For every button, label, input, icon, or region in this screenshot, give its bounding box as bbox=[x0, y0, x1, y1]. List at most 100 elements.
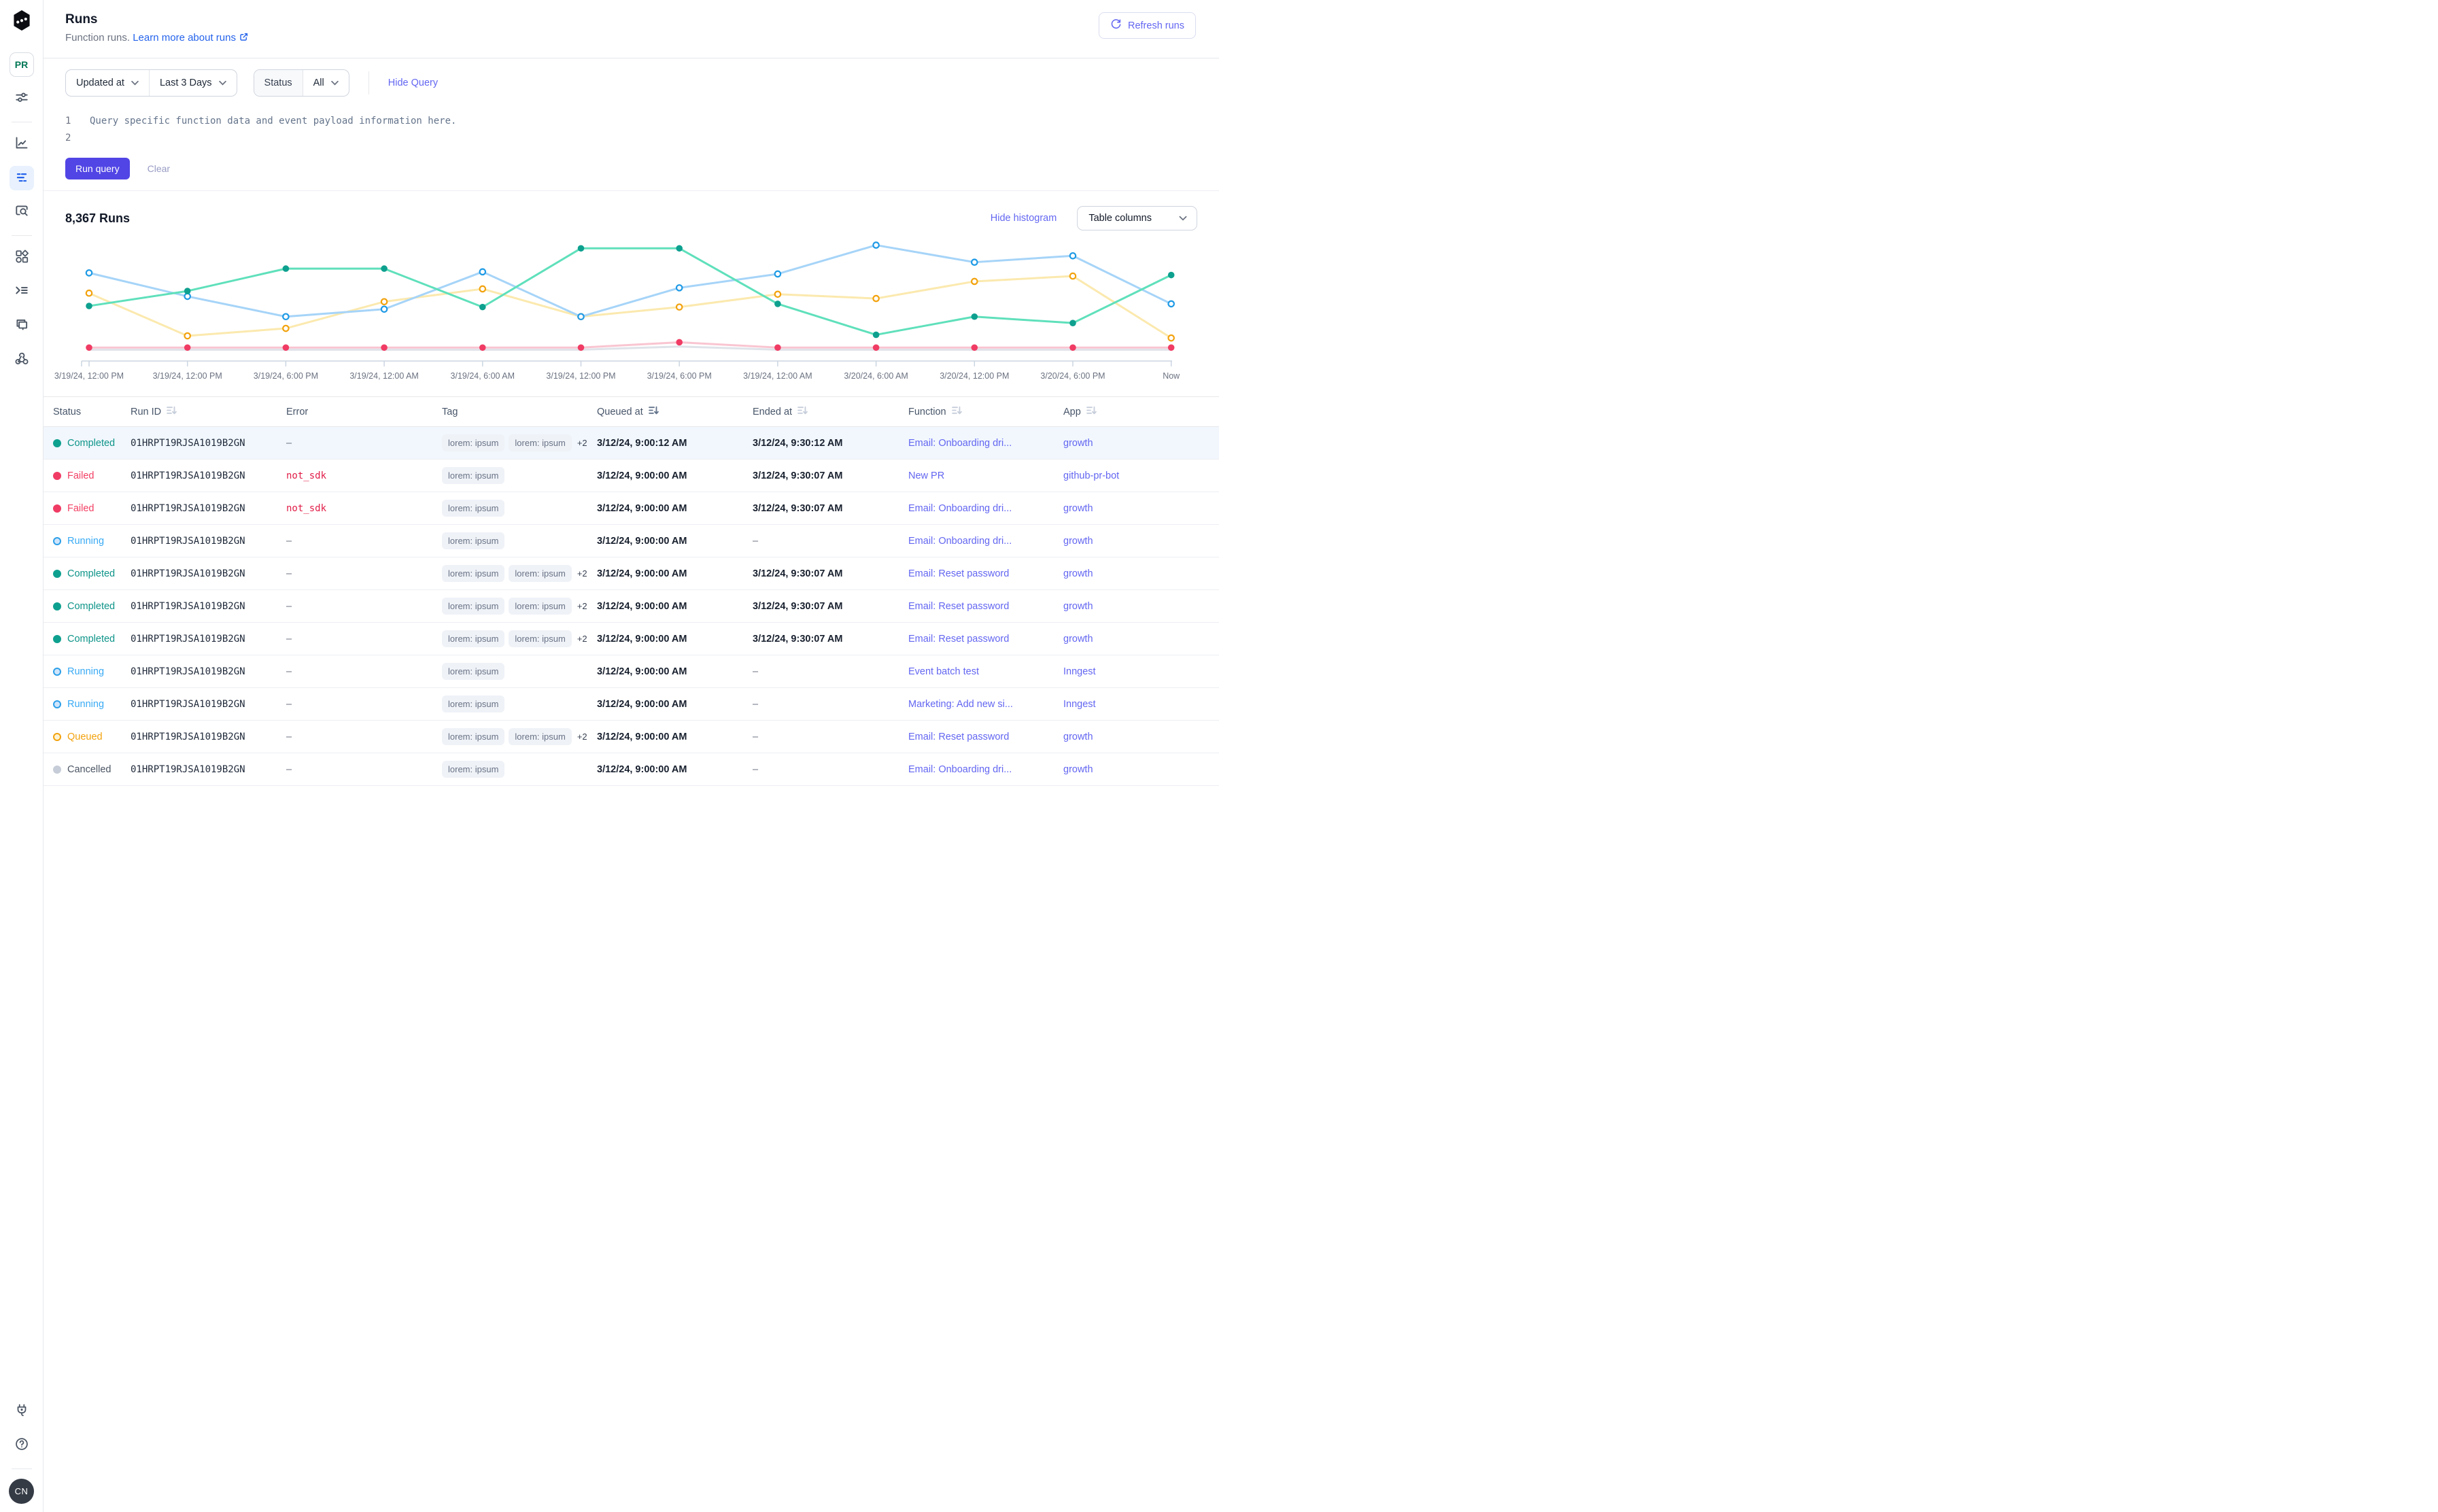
status-cell: Queued bbox=[53, 732, 131, 742]
table-row[interactable]: Completed 01HRPT19RJSA1019B2GN – lorem: … bbox=[44, 427, 1219, 460]
sort-icon-active[interactable] bbox=[649, 406, 659, 417]
runs-histogram: 3/19/24, 12:00 PM3/19/24, 12:00 PM3/19/2… bbox=[44, 230, 1219, 383]
app-link[interactable]: Inngest bbox=[1063, 666, 1219, 677]
column-header-error[interactable]: Error bbox=[286, 407, 442, 417]
sort-icon[interactable] bbox=[1086, 406, 1097, 417]
function-link[interactable]: Email: Reset password bbox=[908, 732, 1063, 742]
table-columns-dropdown[interactable]: Table columns bbox=[1077, 206, 1197, 230]
sort-icon[interactable] bbox=[797, 406, 808, 417]
app-link[interactable]: growth bbox=[1063, 438, 1219, 449]
x-axis-label: 3/19/24, 12:00 PM bbox=[54, 371, 124, 381]
sidebar-item-cli[interactable] bbox=[10, 279, 34, 304]
tags-more-count: +2 bbox=[577, 634, 587, 644]
app-link[interactable]: growth bbox=[1063, 634, 1219, 645]
column-header-status[interactable]: Status bbox=[53, 407, 131, 417]
sort-icon[interactable] bbox=[167, 406, 177, 417]
app-link[interactable]: github-pr-bot bbox=[1063, 470, 1219, 481]
sidebar-divider bbox=[12, 235, 32, 236]
function-link[interactable]: Email: Onboarding dri... bbox=[908, 438, 1063, 449]
hide-query-link[interactable]: Hide Query bbox=[388, 78, 438, 88]
chevron-down-icon bbox=[219, 78, 226, 88]
function-link[interactable]: Email: Reset password bbox=[908, 634, 1063, 645]
status-filter-dropdown[interactable]: All bbox=[303, 70, 349, 96]
function-link[interactable]: Email: Reset password bbox=[908, 601, 1063, 612]
learn-more-link[interactable]: Learn more about runs bbox=[133, 32, 236, 44]
app-link[interactable]: growth bbox=[1063, 732, 1219, 742]
function-link[interactable]: Email: Onboarding dri... bbox=[908, 503, 1063, 514]
table-row[interactable]: Queued 01HRPT19RJSA1019B2GN – lorem: ips… bbox=[44, 721, 1219, 753]
sort-icon[interactable] bbox=[952, 406, 962, 417]
function-link[interactable]: Marketing: Add new si... bbox=[908, 699, 1063, 710]
time-range-dropdown[interactable]: Last 3 Days bbox=[149, 70, 237, 96]
function-link[interactable]: New PR bbox=[908, 470, 1063, 481]
sidebar-item-runs[interactable] bbox=[10, 166, 34, 190]
app-link[interactable]: growth bbox=[1063, 568, 1219, 579]
main-content: Runs Function runs. Learn more about run… bbox=[44, 0, 1219, 756]
status-label: Completed bbox=[67, 634, 115, 645]
runs-table: Status Run ID Error Tag Queued at Ended … bbox=[44, 396, 1219, 786]
status-label: Running bbox=[67, 666, 104, 677]
function-link[interactable]: Event batch test bbox=[908, 666, 1063, 677]
status-dot bbox=[53, 733, 61, 741]
table-row[interactable]: Running 01HRPT19RJSA1019B2GN – lorem: ip… bbox=[44, 525, 1219, 557]
status-dot bbox=[53, 635, 61, 643]
column-header-ended-at[interactable]: Ended at bbox=[753, 406, 908, 417]
column-header-app[interactable]: App bbox=[1063, 406, 1219, 417]
histogram-svg: 3/19/24, 12:00 PM3/19/24, 12:00 PM3/19/2… bbox=[65, 239, 1197, 383]
app-link[interactable]: growth bbox=[1063, 764, 1219, 775]
table-row[interactable]: Cancelled 01HRPT19RJSA1019B2GN – lorem: … bbox=[44, 753, 1219, 786]
hide-histogram-link[interactable]: Hide histogram bbox=[991, 213, 1057, 224]
table-row[interactable]: Completed 01HRPT19RJSA1019B2GN – lorem: … bbox=[44, 590, 1219, 623]
table-row[interactable]: Failed 01HRPT19RJSA1019B2GN not_sdk lore… bbox=[44, 492, 1219, 525]
column-header-run-id[interactable]: Run ID bbox=[131, 406, 286, 417]
apps-icon bbox=[14, 249, 29, 267]
run-query-button[interactable]: Run query bbox=[65, 158, 130, 179]
refresh-runs-button[interactable]: Refresh runs bbox=[1099, 12, 1196, 39]
queued-at: 3/12/24, 9:00:12 AM bbox=[597, 438, 753, 449]
ended-at: 3/12/24, 9:30:07 AM bbox=[753, 470, 908, 481]
table-row[interactable]: Completed 01HRPT19RJSA1019B2GN – lorem: … bbox=[44, 623, 1219, 655]
x-axis-label: 3/19/24, 6:00 PM bbox=[647, 371, 712, 381]
sidebar-item-webhooks[interactable] bbox=[10, 347, 34, 372]
tag-list: lorem: ipsum bbox=[442, 467, 597, 484]
app-link[interactable]: Inngest bbox=[1063, 699, 1219, 710]
sidebar-item-filters[interactable] bbox=[10, 86, 34, 111]
user-avatar[interactable]: CN bbox=[9, 1479, 34, 1504]
line-number: 2 bbox=[65, 130, 76, 147]
event-search-icon bbox=[14, 203, 29, 222]
tag-pill: lorem: ipsum bbox=[442, 630, 504, 647]
function-link[interactable]: Email: Onboarding dri... bbox=[908, 536, 1063, 547]
function-link[interactable]: Email: Onboarding dri... bbox=[908, 764, 1063, 775]
column-header-function[interactable]: Function bbox=[908, 406, 1063, 417]
sidebar-item-apps[interactable] bbox=[10, 245, 34, 270]
sidebar-item-dev-server[interactable] bbox=[10, 1399, 34, 1424]
table-row[interactable]: Completed 01HRPT19RJSA1019B2GN – lorem: … bbox=[44, 557, 1219, 590]
table-row[interactable]: Running 01HRPT19RJSA1019B2GN – lorem: ip… bbox=[44, 655, 1219, 688]
clear-query-button[interactable]: Clear bbox=[148, 163, 170, 174]
app-link[interactable]: growth bbox=[1063, 536, 1219, 547]
error-value: – bbox=[286, 601, 442, 612]
page-title: Runs bbox=[65, 12, 249, 27]
app-link[interactable]: growth bbox=[1063, 601, 1219, 612]
inngest-logo-icon[interactable] bbox=[12, 10, 32, 35]
sidebar-item-metrics[interactable] bbox=[10, 132, 34, 156]
query-placeholder[interactable]: Query specific function data and event p… bbox=[90, 113, 456, 130]
environment-badge[interactable]: PR bbox=[10, 52, 34, 77]
table-row[interactable]: Failed 01HRPT19RJSA1019B2GN not_sdk lore… bbox=[44, 460, 1219, 492]
runs-section: 8,367 Runs Hide histogram Table columns … bbox=[44, 191, 1219, 786]
time-field-dropdown[interactable]: Updated at bbox=[66, 70, 149, 96]
column-header-queued-at[interactable]: Queued at bbox=[597, 406, 753, 417]
function-link[interactable]: Email: Reset password bbox=[908, 568, 1063, 579]
app-link[interactable]: growth bbox=[1063, 503, 1219, 514]
sidebar-item-deploys[interactable] bbox=[10, 313, 34, 338]
chevron-down-icon bbox=[331, 78, 339, 88]
status-label: Failed bbox=[67, 470, 95, 481]
table-row[interactable]: Running 01HRPT19RJSA1019B2GN – lorem: ip… bbox=[44, 688, 1219, 721]
tag-list: lorem: ipsum bbox=[442, 695, 597, 712]
sidebar-item-help[interactable] bbox=[10, 1433, 34, 1458]
column-header-tag[interactable]: Tag bbox=[442, 407, 597, 417]
page-subtitle: Function runs. Learn more about runs bbox=[65, 32, 249, 44]
tag-pill: lorem: ipsum bbox=[442, 500, 504, 517]
sidebar-item-events[interactable] bbox=[10, 200, 34, 224]
ended-at: 3/12/24, 9:30:07 AM bbox=[753, 568, 908, 579]
